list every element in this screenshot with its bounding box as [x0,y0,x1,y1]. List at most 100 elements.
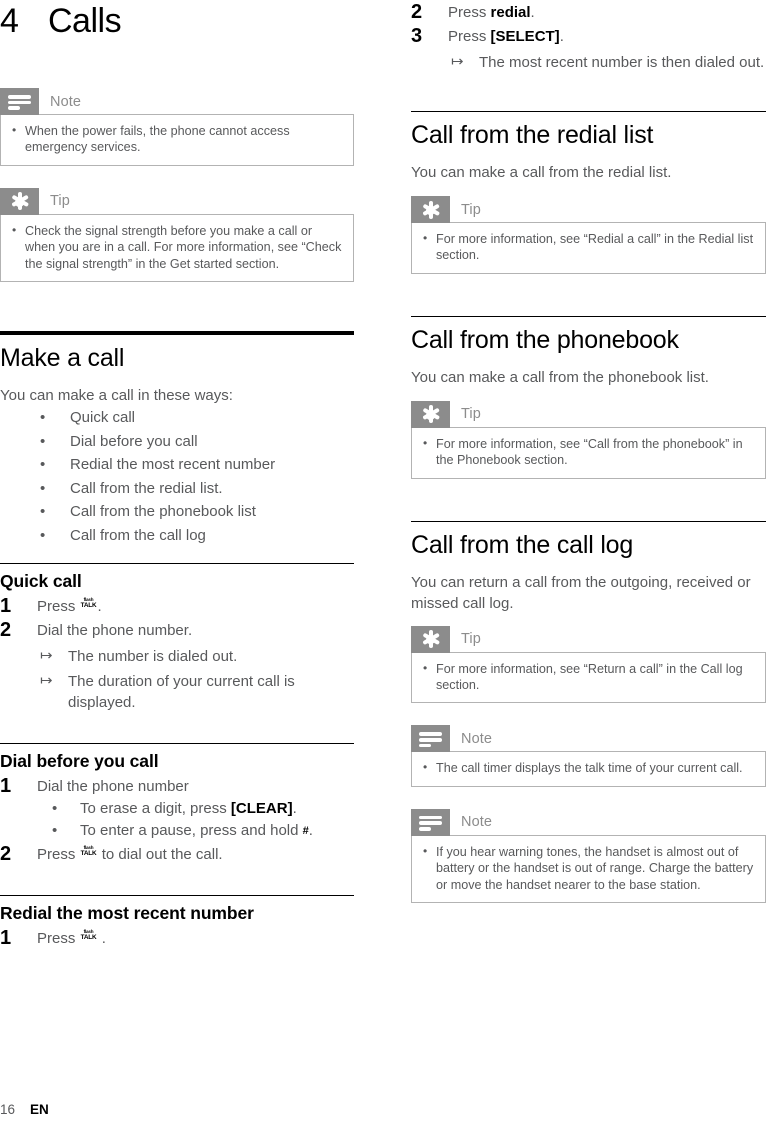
result-text: The duration of your current call is dis… [68,673,295,712]
callout-body: For more information, see “Redial a call… [411,222,766,274]
arrow-right-icon: ↦ [40,672,53,690]
step-number: 1 [0,927,12,950]
step-text: Press flash TALK . [37,596,354,618]
talk-key-bottom-label: TALK [80,602,97,610]
subsection-rule [0,743,354,745]
talk-key-bottom-label: TALK [80,850,97,858]
step-text-post: . [530,4,535,21]
list-item: Call from the redial list. [0,477,354,501]
callout-label: Tip [461,201,481,218]
make-a-call-ways-list: Quick call Dial before you call Redial t… [0,406,354,547]
step-text-pre: Press [448,4,491,21]
list-item: Call from the call log [0,524,354,548]
tip-callout: Tip For more information, see “Redial a … [411,196,766,274]
callout-label: Tip [50,193,70,210]
step-number: 1 [0,775,12,798]
sub-bullet: To enter a pause, press and hold #. [37,820,354,842]
callout-header: Tip [411,196,766,223]
step-text: Press flash TALK to dial out the call. [37,844,354,866]
callout-item: For more information, see “Return a call… [422,660,755,694]
note-icon [411,725,450,753]
callout-header: Tip [0,187,354,215]
subsection-heading-redial-most-recent: Redial the most recent number [0,903,254,924]
callout-header: Tip [411,400,766,428]
callout-label: Note [461,814,493,831]
list-item: Redial the most recent number [0,453,354,477]
step: 1 Press flash TALK . [0,927,354,950]
key-label-clear: [CLEAR] [230,800,293,818]
language-code: EN [30,1102,49,1117]
step-text: Press [SELECT]. [448,26,766,48]
callout-body: When the power fails, the phone cannot a… [0,114,354,166]
call-redial-list-body: You can make a call from the redial list… [411,164,672,181]
callout-label: Note [50,93,82,110]
chapter-title: 4 Calls [0,0,354,52]
key-label-redial: redial [490,4,531,21]
subsection-rule [411,520,766,522]
tip-callout: Tip For more information, see “Call from… [411,400,766,479]
callout-header: Note [411,808,766,836]
talk-key-icon: flash TALK [80,845,97,860]
step-text-post: . [101,930,106,948]
make-a-call-intro: You can make a call in these ways: [0,387,233,405]
callout-body: If you hear warning tones, the handset i… [411,834,766,904]
step-number: 3 [411,25,423,47]
step-text: Press redial. [448,2,766,24]
talk-key-icon: flash TALK [80,597,97,612]
talk-key-bottom-label: TALK [80,934,97,942]
dial-before-sub-bullets: To erase a digit, press [CLEAR]. To ente… [37,798,354,842]
step-text-pre: Press [37,598,76,616]
callout-header: Tip [411,625,766,653]
callout-body: For more information, see “Call from the… [411,426,766,479]
call-phonebook-body: You can make a call from the phonebook l… [411,368,709,386]
note-callout: Note When the power fails, the phone can… [0,88,354,166]
talk-key-icon: flash TALK [80,929,97,944]
call-log-body: You can return a call from the outgoing,… [411,573,751,612]
callout-body: Check the signal strength before you mak… [0,213,354,283]
tip-callout: Tip For more information, see “Return a … [411,625,766,704]
note-callout: Note The call timer displays the talk ti… [411,725,766,787]
step: 3 Press [SELECT]. ↦ The most recent numb… [411,25,766,73]
section-heading-call-log: Call from the call log [411,530,634,559]
tip-icon [0,187,39,215]
callout-item: If you hear warning tones, the handset i… [422,843,755,893]
subsection-rule [411,315,766,317]
callout-header: Note [0,88,354,115]
step-text-pre: Press [37,846,76,864]
chapter-number: 4 [0,2,19,40]
callout-header: Note [411,725,766,753]
callout-label: Note [461,730,493,747]
sub-bullet-pre: To enter a pause, press and hold [80,822,303,840]
redial-recent-steps: 1 Press flash TALK . [0,927,354,950]
tip-icon [411,400,450,428]
callout-item: When the power fails, the phone cannot a… [11,122,343,156]
step-text-post: . [97,598,102,616]
step-text: Dial the phone number. [37,622,193,640]
subsection-rule [411,111,766,112]
sub-bullet-post: . [292,800,297,818]
step: 1 Dial the phone number To erase a digit… [0,775,354,842]
page-number: 16 [0,1102,16,1117]
callout-body: For more information, see “Return a call… [411,651,766,704]
callout-item: Check the signal strength before you mak… [11,222,343,272]
result-text: The most recent number is then dialed ou… [479,54,765,71]
step-text-post: to dial out the call. [101,846,223,864]
callout-item: For more information, see “Call from the… [422,435,755,469]
section-heading-call-redial-list: Call from the redial list [411,121,654,149]
quick-call-steps: 1 Press flash TALK . 2 Dial the phone nu… [0,595,354,713]
step: 2 Press flash TALK to dial out the call. [0,843,354,866]
tip-icon [411,625,450,653]
callout-body: The call timer displays the talk time of… [411,751,766,787]
sub-bullet: To erase a digit, press [CLEAR]. [37,798,354,820]
result-line: ↦ The duration of your current call is d… [37,671,354,713]
note-icon [411,808,450,836]
left-column: 4 Calls Note When the power fails, the p… [0,0,354,952]
step-number: 1 [0,595,12,618]
subsection-heading-quick-call: Quick call [0,571,82,592]
step-text: Press flash TALK . [37,928,354,950]
step-number: 2 [411,1,423,23]
arrow-right-icon: ↦ [451,53,464,70]
result-line: ↦ The most recent number is then dialed … [448,52,766,73]
step-text-post: . [559,28,564,45]
callout-item: The call timer displays the talk time of… [422,759,755,776]
